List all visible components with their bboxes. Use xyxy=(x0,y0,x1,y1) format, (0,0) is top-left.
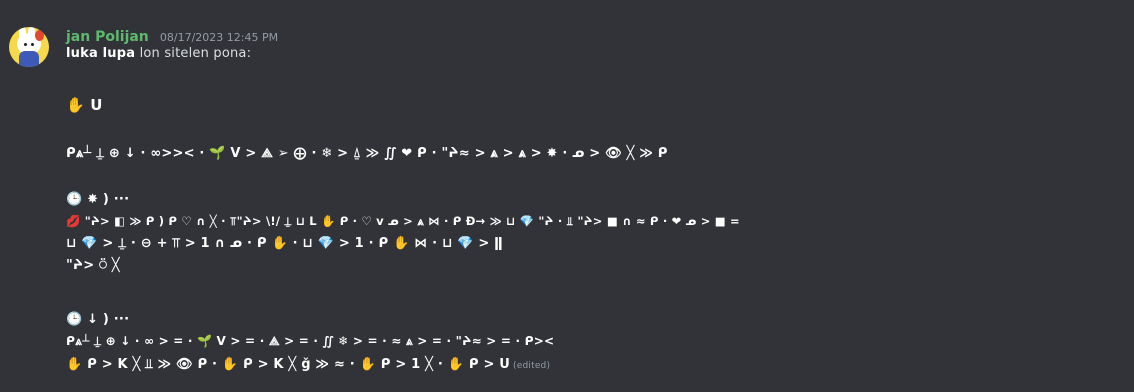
balloon-icon xyxy=(35,30,44,41)
message-header: jan Polijan 08/17/2023 12:45 PM xyxy=(66,26,278,45)
edited-label: (edited) xyxy=(513,361,551,371)
intro-name: luka lupa xyxy=(66,46,136,61)
message-line: "ᔨ> ⍥ ╳ xyxy=(66,258,120,273)
intro-line: luka lupa lon sitelen pona: xyxy=(66,46,251,61)
chat-message: jan Polijan 08/17/2023 12:45 PM luka lup… xyxy=(0,0,1134,392)
username[interactable]: jan Polijan xyxy=(66,29,149,45)
timestamp[interactable]: 08/17/2023 12:45 PM xyxy=(160,31,278,44)
message-line: ᑭ⩓┴ ⍊ ⊕ ↓ · ∞>>< · 🌱 V > ⟁ ➢ ⨁ · ❄ > ⍙ ≫… xyxy=(66,146,668,161)
message-line: 🕒 ✸ ) ··· xyxy=(66,192,130,207)
avatar-eye xyxy=(31,43,34,46)
message-line: 🕒 ↓ ) ··· xyxy=(66,312,130,327)
avatar-eye xyxy=(24,43,27,46)
intro-rest: lon sitelen pona: xyxy=(139,46,252,61)
message-line: ✋ U xyxy=(66,96,103,114)
avatar-body xyxy=(19,51,39,67)
message-line-last: ✋ ᑭ > K ╳ ⫫ ≫ 👁 ᑭ · ✋ ᑭ > K ╳ ǧ ≫ ≈ · ✋ … xyxy=(66,357,550,372)
message-line: ⊔ 💎 > ⍊ · ⊖ + ⫪ > 1 ∩ ᓄ · ᑭ ✋ · ⊔ 💎 > 1 … xyxy=(66,236,503,251)
message-line: 💋 "ᔨ> ◧ ≫ ᑭ ) ᑭ ♡ ∩ ╳ · ⫪"ᔨ> \!/ ⍊ ⊔ L ✋… xyxy=(66,214,740,228)
message-line: ᑭ⩓┴ ⍊ ⊕ ↓ · ∞ > = · 🌱 V > = · ⟁ > = · ∬ … xyxy=(66,334,555,348)
avatar[interactable] xyxy=(9,27,49,67)
message-line: ✋ ᑭ > K ╳ ⫫ ≫ 👁 ᑭ · ✋ ᑭ > K ╳ ǧ ≫ ≈ · ✋ … xyxy=(66,357,511,372)
